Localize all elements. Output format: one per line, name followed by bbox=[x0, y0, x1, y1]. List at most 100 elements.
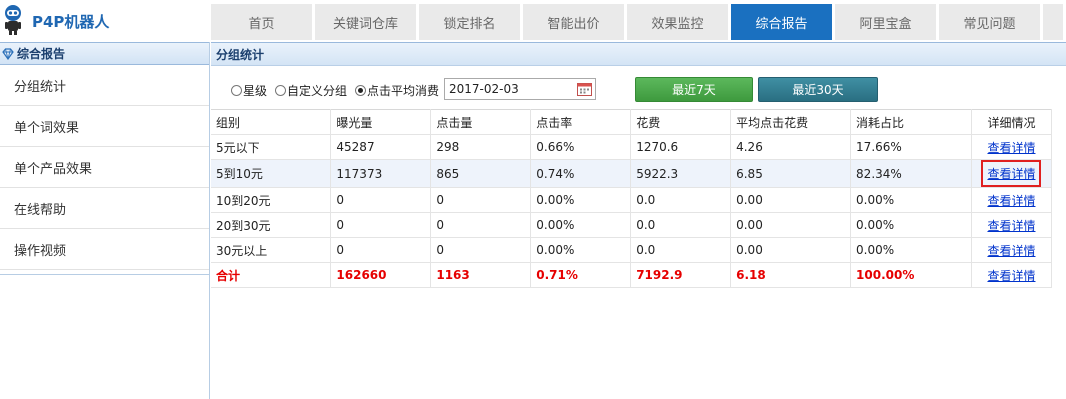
table-cell: 0.00 bbox=[730, 187, 852, 213]
diamond-icon bbox=[2, 47, 14, 60]
table-cell: 0.0 bbox=[630, 237, 732, 263]
table-cell: 0.00% bbox=[530, 237, 632, 263]
radio-dot-checked[interactable] bbox=[355, 85, 366, 96]
table-cell: 0.00% bbox=[530, 212, 632, 238]
table-cell: 查看详情 bbox=[971, 159, 1053, 188]
table-cell: 0.00% bbox=[850, 237, 972, 263]
sidebar-title: 综合报告 bbox=[17, 47, 66, 61]
table-cell: 4.26 bbox=[730, 134, 852, 160]
radio-star-level[interactable]: 星级 bbox=[231, 82, 267, 99]
table-cell: 7192.9 bbox=[630, 262, 732, 288]
table-cell: 0.00% bbox=[850, 187, 972, 213]
column-header: 详细情况 bbox=[971, 109, 1053, 135]
last-30-days-button[interactable]: 最近30天 bbox=[758, 77, 878, 102]
table-row: 30元以上 0 0 0.00% 0.0 0.00 0.00% 查看详情 bbox=[211, 237, 1053, 263]
sidebar-item-single-product-effect[interactable]: 单个产品效果 bbox=[0, 147, 209, 188]
radio-dot[interactable] bbox=[275, 85, 286, 96]
column-header: 组别 bbox=[211, 109, 332, 135]
table-cell: 865 bbox=[430, 159, 532, 188]
table-cell: 6.85 bbox=[730, 159, 852, 188]
table-cell: 1163 bbox=[430, 262, 532, 288]
tab-faq[interactable]: 常见问题 bbox=[939, 4, 1040, 40]
table-cell: 20到30元 bbox=[211, 212, 332, 238]
table-cell: 0.71% bbox=[530, 262, 632, 288]
sidebar-item-tutorial-video[interactable]: 操作视频 bbox=[0, 229, 209, 270]
view-details-link[interactable]: 查看详情 bbox=[987, 269, 1035, 283]
column-header: 点击率 bbox=[530, 109, 632, 135]
radio-dot[interactable] bbox=[231, 85, 242, 96]
table-cell: 5元以下 bbox=[211, 134, 332, 160]
table-cell: 0.74% bbox=[530, 159, 632, 188]
table-cell: 117373 bbox=[330, 159, 432, 188]
tab-comprehensive-report[interactable]: 综合报告 bbox=[731, 4, 832, 40]
table-cell: 查看详情 bbox=[971, 212, 1053, 238]
table-cell: 查看详情 bbox=[971, 237, 1053, 263]
table-cell: 0 bbox=[430, 237, 532, 263]
sidebar-item-single-word-effect[interactable]: 单个词效果 bbox=[0, 106, 209, 147]
column-header: 点击量 bbox=[430, 109, 532, 135]
sidebar-header: 综合报告 bbox=[0, 42, 209, 65]
radio-label: 点击平均消费 bbox=[367, 84, 440, 98]
table-cell: 100.00% bbox=[850, 262, 972, 288]
sidebar: 综合报告 分组统计 单个词效果 单个产品效果 在线帮助 操作视频 bbox=[0, 42, 210, 399]
table-cell: 0 bbox=[330, 237, 432, 263]
sidebar-item-group-stats[interactable]: 分组统计 bbox=[0, 65, 209, 106]
column-header: 平均点击花费 bbox=[730, 109, 852, 135]
table-cell: 0 bbox=[430, 212, 532, 238]
table-cell: 17.66% bbox=[850, 134, 972, 160]
view-details-link[interactable]: 查看详情 bbox=[987, 167, 1035, 181]
group-stats-table: 组别 曝光量 点击量 点击率 花费 平均点击花费 消耗占比 详细情况 5元以下 … bbox=[211, 109, 1053, 288]
table-cell: 0.00% bbox=[530, 187, 632, 213]
table-cell: 查看详情 bbox=[971, 262, 1053, 288]
sidebar-item-online-help[interactable]: 在线帮助 bbox=[0, 188, 209, 229]
table-cell: 162660 bbox=[330, 262, 432, 288]
table-row: 5元以下 45287 298 0.66% 1270.6 4.26 17.66% … bbox=[211, 134, 1053, 160]
tab-home[interactable]: 首页 bbox=[211, 4, 312, 40]
tab-smart-bidding[interactable]: 智能出价 bbox=[523, 4, 624, 40]
top-bar: P4P机器人 首页 关键词仓库 锁定排名 智能出价 效果监控 综合报告 阿里宝盒… bbox=[0, 0, 1066, 42]
tab-performance-monitor[interactable]: 效果监控 bbox=[627, 4, 728, 40]
table-cell: 查看详情 bbox=[971, 134, 1053, 160]
column-header: 消耗占比 bbox=[850, 109, 972, 135]
view-details-link[interactable]: 查看详情 bbox=[987, 141, 1035, 155]
calendar-icon[interactable] bbox=[577, 82, 592, 96]
table-row: 10到20元 0 0 0.00% 0.0 0.00 0.00% 查看详情 bbox=[211, 187, 1053, 213]
date-field[interactable]: 2017-02-03 bbox=[444, 78, 596, 100]
radio-avg-click-cost[interactable]: 点击平均消费 bbox=[355, 82, 439, 99]
table-cell: 298 bbox=[430, 134, 532, 160]
section-title: 分组统计 bbox=[211, 42, 1066, 66]
table-cell: 45287 bbox=[330, 134, 432, 160]
view-details-link[interactable]: 查看详情 bbox=[987, 194, 1035, 208]
view-details-link[interactable]: 查看详情 bbox=[987, 244, 1035, 258]
app-logo[interactable]: P4P机器人 bbox=[0, 0, 210, 42]
filter-bar: 星级 自定义分组 点击平均消费 2017-02-03 最近7天 最近30天 bbox=[211, 76, 1066, 104]
sidebar-divider bbox=[0, 274, 210, 275]
tab-keyword-warehouse[interactable]: 关键词仓库 bbox=[315, 4, 416, 40]
main-panel: 分组统计 星级 自定义分组 点击平均消费 2017-02-03 最近7天 最近3… bbox=[211, 42, 1066, 399]
table-cell: 0 bbox=[430, 187, 532, 213]
table-cell: 10到20元 bbox=[211, 187, 332, 213]
robot-logo-icon bbox=[5, 5, 21, 35]
tab-overflow[interactable] bbox=[1043, 4, 1063, 40]
table-cell: 查看详情 bbox=[971, 187, 1053, 213]
table-cell: 0.00 bbox=[730, 237, 852, 263]
column-header: 花费 bbox=[630, 109, 732, 135]
table-cell: 0.00 bbox=[730, 212, 852, 238]
table-cell: 5922.3 bbox=[630, 159, 732, 188]
table-cell: 82.34% bbox=[850, 159, 972, 188]
table-cell: 0.0 bbox=[630, 212, 732, 238]
table-cell: 0 bbox=[330, 212, 432, 238]
table-cell: 0 bbox=[330, 187, 432, 213]
tab-ali-box[interactable]: 阿里宝盒 bbox=[835, 4, 936, 40]
last-7-days-button[interactable]: 最近7天 bbox=[635, 77, 753, 102]
table-cell: 0.66% bbox=[530, 134, 632, 160]
column-header: 曝光量 bbox=[330, 109, 432, 135]
radio-label: 自定义分组 bbox=[287, 84, 348, 98]
radio-custom-group[interactable]: 自定义分组 bbox=[275, 82, 347, 99]
table-cell: 0.00% bbox=[850, 212, 972, 238]
table-cell: 合计 bbox=[211, 262, 332, 288]
table-cell: 30元以上 bbox=[211, 237, 332, 263]
view-details-link[interactable]: 查看详情 bbox=[987, 219, 1035, 233]
table-cell: 5到10元 bbox=[211, 159, 332, 188]
tab-lock-ranking[interactable]: 锁定排名 bbox=[419, 4, 520, 40]
